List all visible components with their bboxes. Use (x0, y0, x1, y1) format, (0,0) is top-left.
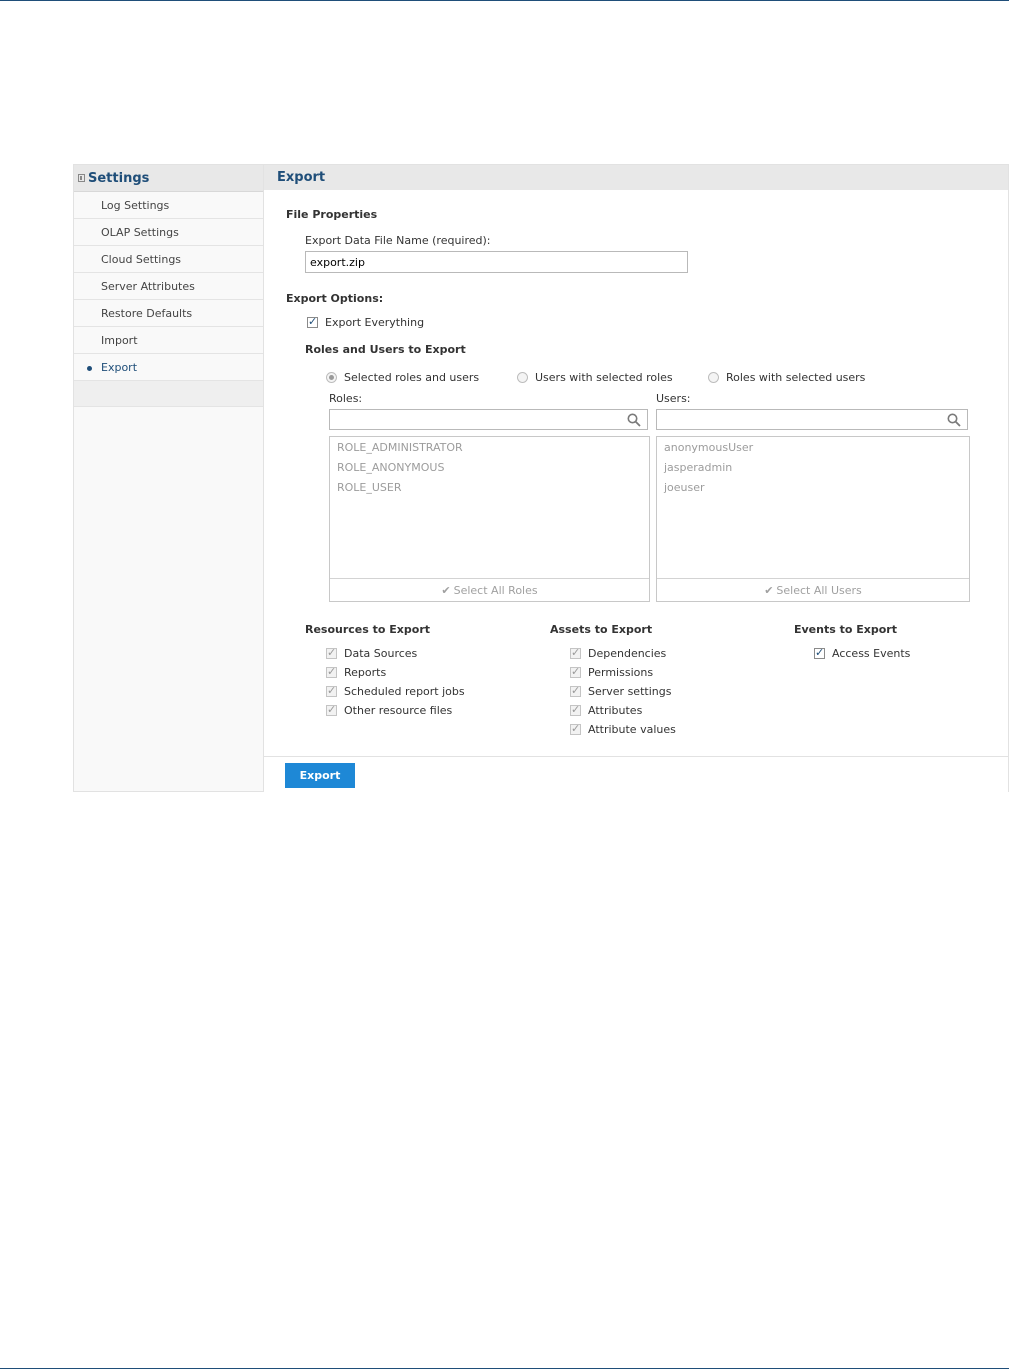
roles-search-input[interactable] (329, 409, 648, 430)
list-item[interactable]: joeuser (664, 481, 705, 494)
radio-label: Users with selected roles (535, 371, 673, 384)
list-item[interactable]: ROLE_ANONYMOUS (337, 461, 444, 474)
collapse-icon[interactable] (78, 174, 85, 182)
roles-label: Roles: (329, 392, 363, 405)
radio-roles-with-selected-users[interactable]: Roles with selected users (708, 371, 865, 384)
event-access-events[interactable]: Access Events (814, 646, 911, 660)
users-label: Users: (656, 392, 691, 405)
checkbox-label: Data Sources (344, 647, 418, 660)
sidebar-item-restore-defaults[interactable]: Restore Defaults (74, 300, 263, 327)
resource-data-sources[interactable]: Data Sources (326, 646, 418, 660)
roles-list[interactable]: ROLE_ADMINISTRATOR ROLE_ANONYMOUS ROLE_U… (329, 436, 650, 602)
export-panel: Export File Properties Export Data File … (264, 164, 1009, 793)
radio-button[interactable] (326, 372, 337, 383)
file-name-input[interactable] (305, 251, 688, 273)
checkbox-label: Access Events (832, 647, 911, 660)
file-name-label: Export Data File Name (required): (305, 234, 491, 247)
checkbox[interactable] (570, 703, 581, 716)
export-everything-option[interactable]: Export Everything (307, 315, 425, 329)
export-button[interactable]: Export (285, 763, 355, 788)
search-icon[interactable] (947, 413, 961, 427)
asset-attributes[interactable]: Attributes (570, 703, 643, 717)
sidebar-item-label: Restore Defaults (101, 306, 193, 320)
checkbox-label: Other resource files (344, 704, 453, 717)
radio-button[interactable] (517, 372, 528, 383)
resources-title: Resources to Export (305, 623, 431, 636)
select-all-roles-button[interactable]: ✔ Select All Roles (330, 578, 649, 601)
check-icon: ✔ (441, 583, 451, 597)
checkbox[interactable] (326, 646, 337, 659)
select-all-users-button[interactable]: ✔ Select All Users (657, 578, 969, 601)
roles-users-title: Roles and Users to Export (305, 343, 466, 356)
radio-selected-roles-users[interactable]: Selected roles and users (326, 371, 479, 384)
assets-title: Assets to Export (550, 623, 653, 636)
sidebar-item-label: Import (101, 333, 138, 347)
resource-scheduled-jobs[interactable]: Scheduled report jobs (326, 684, 465, 698)
list-item[interactable]: jasperadmin (664, 461, 732, 474)
sidebar-item-olap-settings[interactable]: OLAP Settings (74, 219, 263, 246)
checkbox-label: Scheduled report jobs (344, 685, 465, 698)
checkbox[interactable] (326, 703, 337, 716)
checkbox-label: Dependencies (588, 647, 667, 660)
asset-dependencies[interactable]: Dependencies (570, 646, 667, 660)
sidebar-item-export[interactable]: Export (74, 354, 263, 381)
select-all-roles-label: Select All Roles (453, 583, 538, 597)
sidebar-item-log-settings[interactable]: Log Settings (74, 192, 263, 219)
radio-users-with-selected-roles[interactable]: Users with selected roles (517, 371, 673, 384)
export-everything-label: Export Everything (325, 316, 425, 329)
sidebar-item-label: Export (101, 360, 138, 374)
list-item[interactable]: anonymousUser (664, 441, 753, 454)
checkbox[interactable] (814, 646, 825, 659)
list-item[interactable]: ROLE_USER (337, 481, 402, 494)
export-options-title: Export Options: (286, 292, 384, 305)
sidebar-item-cloud-settings[interactable]: Cloud Settings (74, 246, 263, 273)
sidebar-title: Settings (88, 170, 150, 186)
active-bullet-icon (87, 366, 92, 371)
sidebar-item-server-attributes[interactable]: Server Attributes (74, 273, 263, 300)
sidebar-header: Settings (74, 165, 263, 192)
checkbox[interactable] (570, 665, 581, 678)
radio-label: Selected roles and users (344, 371, 480, 384)
radio-button[interactable] (708, 372, 719, 383)
file-properties-title: File Properties (286, 208, 378, 221)
sidebar-item-label: Server Attributes (101, 279, 195, 293)
checkbox[interactable] (326, 665, 337, 678)
checkbox[interactable] (570, 722, 581, 735)
events-title: Events to Export (794, 623, 897, 636)
checkbox[interactable] (570, 646, 581, 659)
top-page-rule (0, 0, 1009, 1)
checkbox-label: Attributes (588, 704, 643, 717)
panel-title: Export (264, 165, 1008, 190)
checkbox-label: Attribute values (588, 723, 676, 736)
settings-sidebar: Settings Log Settings OLAP Settings Clou… (73, 164, 264, 792)
checkbox-label: Permissions (588, 666, 654, 679)
export-everything-checkbox[interactable] (307, 315, 318, 328)
list-item[interactable]: ROLE_ADMINISTRATOR (337, 441, 463, 454)
sidebar-spacer (74, 381, 263, 407)
sidebar-item-label: Cloud Settings (101, 252, 182, 266)
users-search-input[interactable] (656, 409, 968, 430)
sidebar-item-import[interactable]: Import (74, 327, 263, 354)
asset-server-settings[interactable]: Server settings (570, 684, 672, 698)
asset-permissions[interactable]: Permissions (570, 665, 654, 679)
checkbox-label: Reports (344, 666, 387, 679)
checkbox[interactable] (326, 684, 337, 697)
select-all-users-label: Select All Users (776, 583, 862, 597)
search-icon[interactable] (627, 413, 641, 427)
users-list[interactable]: anonymousUser jasperadmin joeuser ✔ Sele… (656, 436, 970, 602)
sidebar-item-label: Log Settings (101, 198, 170, 212)
check-icon: ✔ (764, 583, 774, 597)
checkbox-label: Server settings (588, 685, 672, 698)
resource-other-files[interactable]: Other resource files (326, 703, 453, 717)
resource-reports[interactable]: Reports (326, 665, 387, 679)
checkbox[interactable] (570, 684, 581, 697)
bottom-page-rule (0, 1368, 1009, 1369)
asset-attribute-values[interactable]: Attribute values (570, 722, 676, 736)
panel-footer: Export (264, 756, 1008, 793)
radio-label: Roles with selected users (726, 371, 866, 384)
sidebar-item-label: OLAP Settings (101, 225, 179, 239)
